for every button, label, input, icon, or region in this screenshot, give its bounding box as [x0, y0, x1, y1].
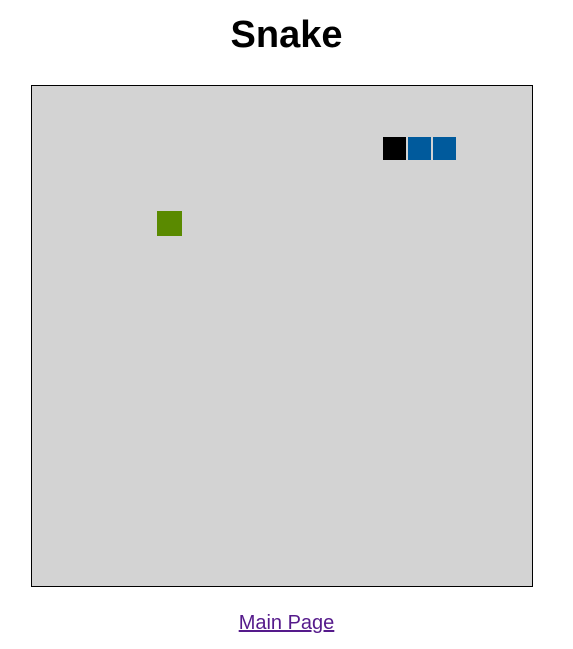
main-page-link[interactable]: Main Page — [239, 612, 335, 634]
page-title: Snake — [230, 14, 343, 56]
snake-body-segment — [432, 136, 457, 161]
snake-body-segment — [407, 136, 432, 161]
footer-nav: Main Page — [0, 610, 573, 636]
food-pellet — [157, 211, 182, 236]
snake-head — [382, 136, 407, 161]
game-board[interactable] — [31, 85, 533, 587]
